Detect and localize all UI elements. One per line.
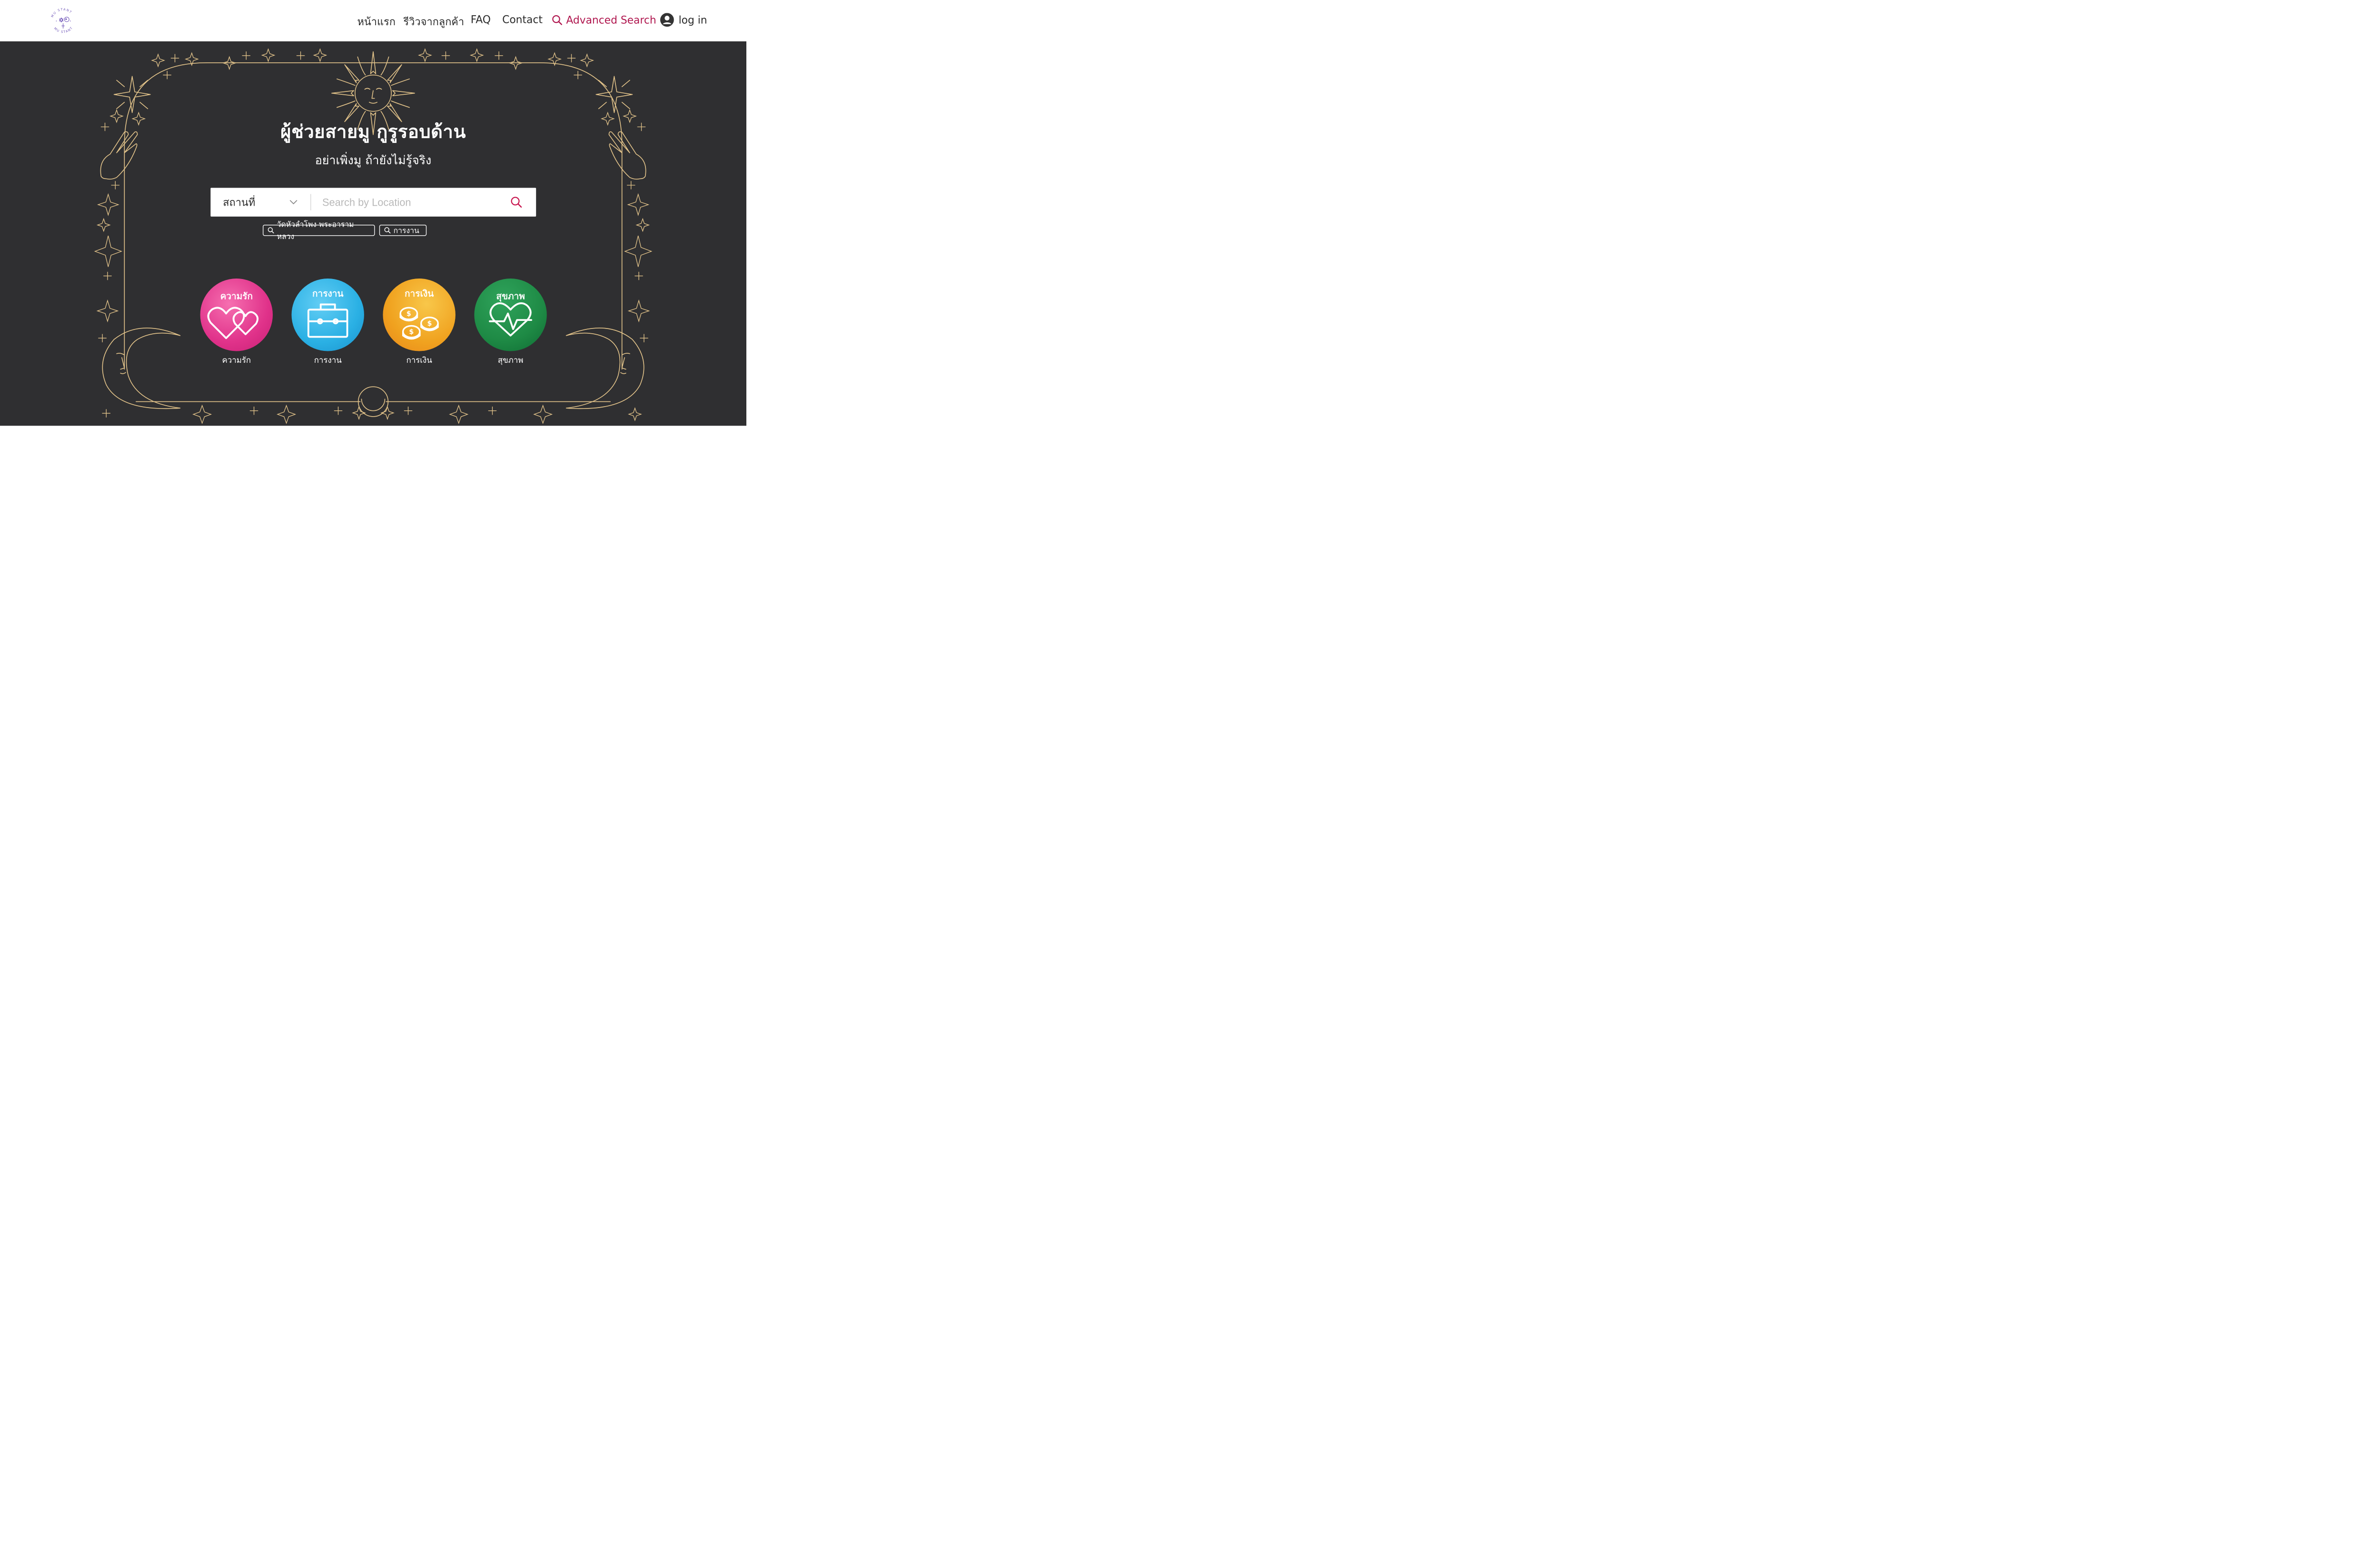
briefcase-icon — [307, 303, 348, 338]
svg-text:$: $ — [407, 310, 411, 318]
user-avatar-icon — [660, 13, 674, 27]
site-header: MU STANT MU STANT หน้าแรก รีวิวจากลูกค้า… — [0, 0, 746, 41]
category-health[interactable]: สุขภาพ สุขภาพ — [474, 279, 547, 367]
category-select-value: สถานที่ — [223, 196, 256, 209]
svg-text:$: $ — [409, 329, 414, 336]
category-love[interactable]: ความรัก ความรัก — [200, 279, 273, 367]
category-money-badge: การเงิน $ $ $ — [383, 279, 456, 351]
search-icon — [384, 227, 391, 234]
category-money[interactable]: การเงิน $ $ $ การเงิน — [383, 279, 456, 367]
login-label: log in — [678, 13, 707, 26]
suggestion-chip[interactable]: การงาน — [379, 225, 427, 236]
category-work[interactable]: การงาน การงาน — [291, 279, 364, 367]
svg-text:$: $ — [427, 320, 432, 328]
nav-contact[interactable]: Contact — [502, 13, 543, 25]
suggestion-chip-label: การงาน — [393, 226, 419, 235]
search-bar: สถานที่ — [210, 188, 536, 217]
nav-faq[interactable]: FAQ — [471, 13, 491, 25]
hero-section: ผู้ช่วยสายมู กูรูรอบด้าน อย่าเพิ่งมู ถ้า… — [0, 41, 746, 426]
suggestion-chip[interactable]: วัดหัวลำโพง พระอารามหลวง — [263, 220, 375, 241]
category-health-caption: สุขภาพ — [497, 355, 524, 365]
search-icon — [268, 227, 274, 234]
nav-home[interactable]: หน้าแรก — [357, 13, 396, 30]
svg-text:MU STANT: MU STANT — [50, 8, 73, 18]
chevron-down-icon[interactable] — [288, 197, 299, 208]
location-search-input[interactable] — [322, 192, 504, 212]
mu-stant-logo[interactable]: MU STANT MU STANT — [47, 5, 79, 37]
nav-advanced-search[interactable]: Advanced Search — [551, 14, 656, 26]
category-select[interactable]: สถานที่ — [223, 188, 255, 216]
svg-text:MU STANT: MU STANT — [53, 26, 74, 34]
search-icon[interactable] — [510, 196, 523, 209]
category-money-caption: การเงิน — [406, 355, 432, 365]
hearts-icon — [207, 307, 258, 339]
hero-subtitle: อย่าเพิ่งมู ถ้ายังไม่รู้จริง — [315, 153, 432, 167]
suggestion-chip-label: วัดหัวลำโพง พระอารามหลวง — [277, 219, 354, 241]
coins-icon: $ $ $ — [399, 307, 439, 340]
hero-title: ผู้ช่วยสายมู กูรูรอบด้าน — [280, 121, 466, 142]
category-love-caption: ความรัก — [222, 355, 251, 365]
nav-reviews[interactable]: รีวิวจากลูกค้า — [403, 13, 464, 30]
search-divider — [310, 194, 311, 210]
category-work-caption: การงาน — [314, 355, 342, 365]
heart-pulse-icon — [489, 302, 533, 337]
category-love-badge: ความรัก — [200, 279, 273, 351]
category-work-badge: การงาน — [291, 279, 364, 351]
category-health-badge: สุขภาพ — [474, 279, 547, 351]
login-button[interactable]: log in — [660, 13, 707, 27]
advanced-search-label: Advanced Search — [566, 14, 656, 26]
search-icon — [552, 15, 562, 25]
